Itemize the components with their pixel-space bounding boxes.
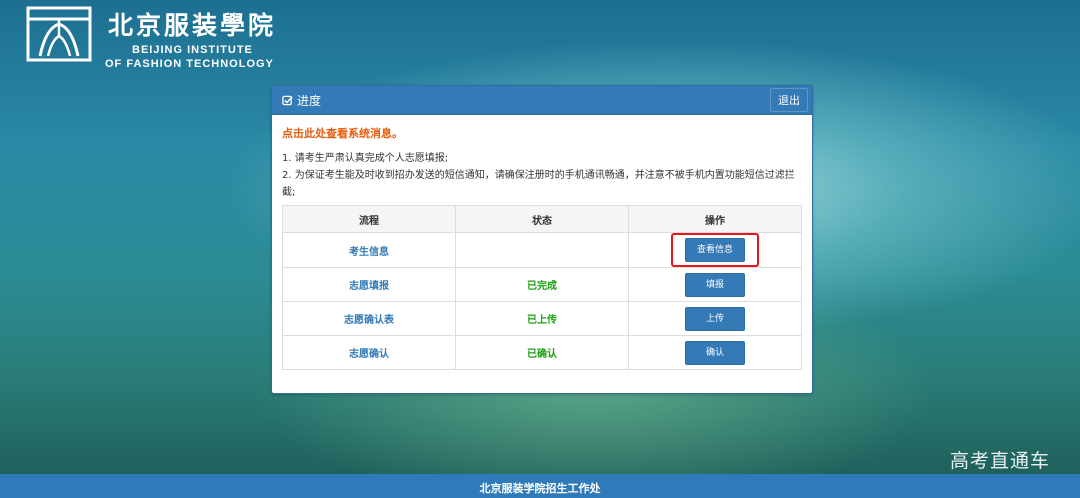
- action-cell: 填报: [628, 267, 802, 302]
- step-cell: 志愿确认表: [282, 301, 456, 336]
- column-header-action: 操作: [628, 205, 802, 233]
- footer-bar: 北京服装学院招生工作处: [0, 474, 1080, 498]
- column-header-step: 流程: [282, 205, 456, 233]
- notice-2: 2. 为保证考生能及时收到招办发送的短信通知，请确保注册时的手机通讯畅通，并注意…: [282, 170, 795, 198]
- system-message-link[interactable]: 点击此处查看系统消息。: [282, 125, 802, 141]
- check-square-icon: [282, 95, 293, 105]
- notice-1: 1. 请考生严肃认真完成个人志愿填报;: [282, 153, 449, 164]
- table-row: 志愿确认 已确认 确认: [282, 335, 802, 370]
- step-cell: 考生信息: [282, 232, 456, 268]
- panel-header: 进度 退出: [272, 86, 812, 115]
- school-logo: 北京服装學院 BEIJING INSTITUTE OF FASHION TECH…: [26, 6, 306, 70]
- step-cell: 志愿确认: [282, 335, 456, 370]
- progress-panel: 进度 退出 点击此处查看系统消息。 1. 请考生严肃认真完成个人志愿填报; 2.…: [271, 85, 813, 394]
- step-cell: 志愿填报: [282, 267, 456, 302]
- status-cell: 已完成: [455, 267, 629, 302]
- status-cell: [455, 232, 629, 268]
- panel-body: 点击此处查看系统消息。 1. 请考生严肃认真完成个人志愿填报; 2. 为保证考生…: [272, 115, 812, 370]
- highlight-box: 查看信息: [671, 233, 759, 267]
- table-row: 考生信息 查看信息: [282, 232, 802, 268]
- table-row: 志愿确认表 已上传 上传: [282, 301, 802, 336]
- column-header-status: 状态: [455, 205, 629, 233]
- table-header-row: 流程 状态 操作: [282, 205, 802, 233]
- action-cell: 上传: [628, 301, 802, 336]
- confirm-button[interactable]: 确认: [685, 340, 745, 365]
- logo-english-line2: OF FASHION TECHNOLOGY: [105, 58, 274, 70]
- table-row: 志愿填报 已完成 填报: [282, 267, 802, 302]
- panel-title-text: 进度: [297, 93, 322, 108]
- fill-button[interactable]: 填报: [685, 272, 745, 297]
- view-info-button[interactable]: 查看信息: [685, 238, 745, 262]
- logout-button[interactable]: 退出: [770, 88, 808, 112]
- status-cell: 已确认: [455, 335, 629, 370]
- logo-chinese-name: 北京服装學院: [108, 11, 277, 40]
- status-cell: 已上传: [455, 301, 629, 336]
- action-cell: 确认: [628, 335, 802, 370]
- action-cell: 查看信息: [628, 232, 802, 268]
- upload-button[interactable]: 上传: [685, 306, 745, 331]
- panel-title: 进度: [282, 92, 321, 109]
- logo-english-line1: BEIJING INSTITUTE: [132, 44, 253, 56]
- watermark-text: 高考直通车: [949, 450, 1050, 472]
- school-emblem-icon: [26, 6, 92, 62]
- progress-table: 流程 状态 操作 考生信息 查看信息 志愿填报 已完成 填报 志愿确认表 已上传…: [282, 205, 802, 370]
